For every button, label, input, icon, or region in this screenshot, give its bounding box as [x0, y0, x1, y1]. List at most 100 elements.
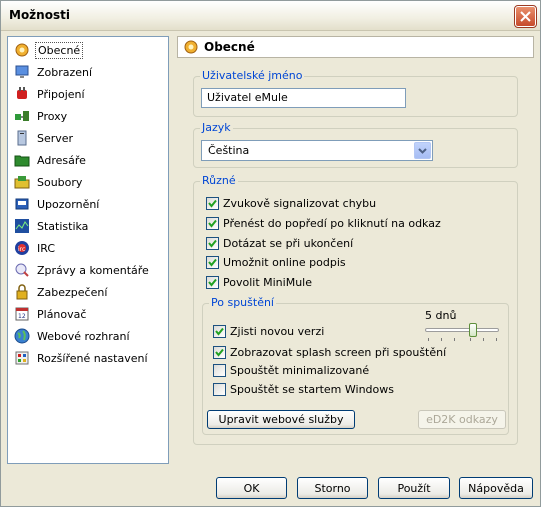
slider-tick: [428, 338, 429, 341]
interval-slider[interactable]: [423, 323, 501, 343]
panel-header: Obecné: [177, 36, 534, 58]
calendar-icon: 12: [15, 307, 29, 321]
sidebar-item-security[interactable]: Zabezpečení: [14, 282, 164, 302]
check-icon: [208, 239, 217, 248]
title-bar[interactable]: Možnosti: [1, 1, 540, 31]
checkbox-label: Zjisti novou verzi: [230, 324, 325, 338]
check-icon: [208, 219, 217, 228]
sidebar-item-label: Upozornění: [37, 197, 100, 211]
sidebar-item-label: Obecné: [35, 41, 84, 59]
checkbox[interactable]: [213, 363, 226, 377]
interval-label: 5 dnů: [425, 309, 457, 322]
sidebar-item-label: Zobrazení: [37, 65, 93, 79]
ok-button[interactable]: OK: [216, 477, 287, 499]
category-list[interactable]: Obecné Zobrazení Připojení Proxy Server …: [7, 36, 169, 464]
checkbox[interactable]: [206, 216, 219, 230]
sidebar-item-server[interactable]: Server: [14, 128, 164, 148]
svg-text:irc: irc: [18, 246, 25, 253]
slider-tick: [496, 338, 497, 341]
checkbox-row[interactable]: Zvukově signalizovat chybu: [206, 195, 376, 211]
chevron-down-icon: [418, 148, 427, 154]
checkbox-row[interactable]: Zjisti novou verzi: [213, 323, 324, 339]
checkbox-row[interactable]: Spouštět minimalizované: [213, 362, 369, 378]
help-button[interactable]: Nápověda: [459, 477, 533, 499]
svg-text:12: 12: [18, 313, 26, 320]
messages-icon: [15, 263, 29, 277]
sidebar-item-directories[interactable]: Adresáře: [14, 150, 164, 170]
sidebar-item-irc[interactable]: irc IRC: [14, 238, 164, 258]
options-dialog: Možnosti Obecné Zobrazení Připojení Prox…: [0, 0, 541, 507]
checkbox-label: Umožnit online podpis: [223, 255, 346, 269]
edit-web-services-button[interactable]: Upravit webové služby: [207, 410, 355, 429]
sidebar-item-general[interactable]: Obecné: [14, 40, 164, 60]
sidebar-item-label: Server: [37, 131, 74, 145]
checkbox[interactable]: [213, 324, 226, 338]
checkbox-row[interactable]: Spouštět se startem Windows: [213, 381, 394, 397]
sidebar-item-advanced[interactable]: Rozšířené nastavení: [14, 348, 164, 368]
checkbox[interactable]: [206, 255, 219, 269]
checkbox-row[interactable]: Dotázat se při ukončení: [206, 235, 353, 251]
panel-title: Obecné: [204, 40, 255, 54]
apply-button[interactable]: Použít: [378, 477, 450, 499]
sidebar-item-scheduler[interactable]: 12 Plánovač: [14, 304, 164, 324]
advanced-settings-icon: [15, 351, 29, 365]
sidebar-item-label: IRC: [37, 241, 56, 255]
checkbox[interactable]: [213, 345, 226, 359]
notification-icon: [15, 198, 29, 210]
irc-icon: irc: [15, 241, 29, 255]
checkbox[interactable]: [206, 196, 219, 210]
checkbox-label: Spouštět minimalizované: [230, 363, 370, 377]
checkbox-label: Dotázat se při ukončení: [223, 236, 354, 250]
sidebar-item-label: Zabezpečení: [37, 285, 108, 299]
check-icon: [215, 327, 224, 336]
sidebar-item-notifications[interactable]: Upozornění: [14, 194, 164, 214]
checkbox-label: Spouštět se startem Windows: [230, 382, 394, 396]
language-group: Jazyk Čeština: [193, 121, 518, 168]
checkbox-row[interactable]: Umožnit online podpis: [206, 254, 346, 270]
checkbox-row[interactable]: Povolit MiniMule: [206, 274, 312, 290]
check-icon: [208, 258, 217, 267]
sidebar-item-web-interface[interactable]: Webové rozhraní: [14, 326, 164, 346]
sidebar-item-label: Soubory: [37, 175, 83, 189]
close-icon: [520, 11, 531, 22]
sidebar-item-display[interactable]: Zobrazení: [14, 62, 164, 82]
username-group: Uživatelské jméno Uživatel eMule: [193, 69, 518, 117]
sidebar-item-label: Plánovač: [37, 307, 87, 321]
sidebar-item-messages[interactable]: Zprávy a komentáře: [14, 260, 164, 280]
sidebar-item-statistics[interactable]: Statistika: [14, 216, 164, 236]
sidebar-item-files[interactable]: Soubory: [14, 172, 164, 192]
server-icon: [17, 130, 27, 146]
files-icon: [14, 176, 30, 189]
dropdown-button[interactable]: [414, 142, 431, 159]
proxy-icon: [15, 111, 29, 121]
sidebar-item-label: Rozšířené nastavení: [37, 351, 148, 365]
lock-icon: [16, 284, 28, 300]
sidebar-item-connection[interactable]: Připojení: [14, 84, 164, 104]
sidebar-item-label: Připojení: [37, 87, 85, 101]
username-input[interactable]: Uživatel eMule: [201, 88, 406, 108]
globe-icon: [14, 328, 30, 344]
checkbox[interactable]: [206, 236, 219, 250]
ed2k-links-button[interactable]: eD2K odkazy: [418, 410, 506, 429]
checkbox-row[interactable]: Přenést do popředí po kliknutí na odkaz: [206, 215, 441, 231]
username-legend: Uživatelské jméno: [200, 69, 305, 82]
plug-icon: [17, 87, 27, 99]
close-button[interactable]: [514, 5, 537, 28]
check-icon: [208, 199, 217, 208]
sidebar-item-label: Proxy: [37, 109, 68, 123]
sidebar-item-proxy[interactable]: Proxy: [14, 106, 164, 126]
general-settings-panel: Obecné Uživatelské jméno Uživatel eMule …: [177, 36, 534, 464]
gear-icon: [15, 43, 29, 57]
misc-legend: Různé: [200, 174, 238, 187]
language-legend: Jazyk: [200, 121, 233, 134]
folder-icon: [14, 155, 30, 167]
statistics-icon: [15, 219, 29, 233]
language-select[interactable]: Čeština: [201, 140, 433, 161]
startup-group: Po spuštění 5 dnů Zjisti novou verzi Zob…: [202, 296, 509, 435]
checkbox-row[interactable]: Zobrazovat splash screen při spouštění: [213, 344, 446, 360]
slider-thumb[interactable]: [469, 323, 477, 337]
checkbox[interactable]: [213, 382, 226, 396]
checkbox[interactable]: [206, 275, 219, 289]
window-title: Možnosti: [9, 8, 70, 22]
cancel-button[interactable]: Storno: [297, 477, 368, 499]
